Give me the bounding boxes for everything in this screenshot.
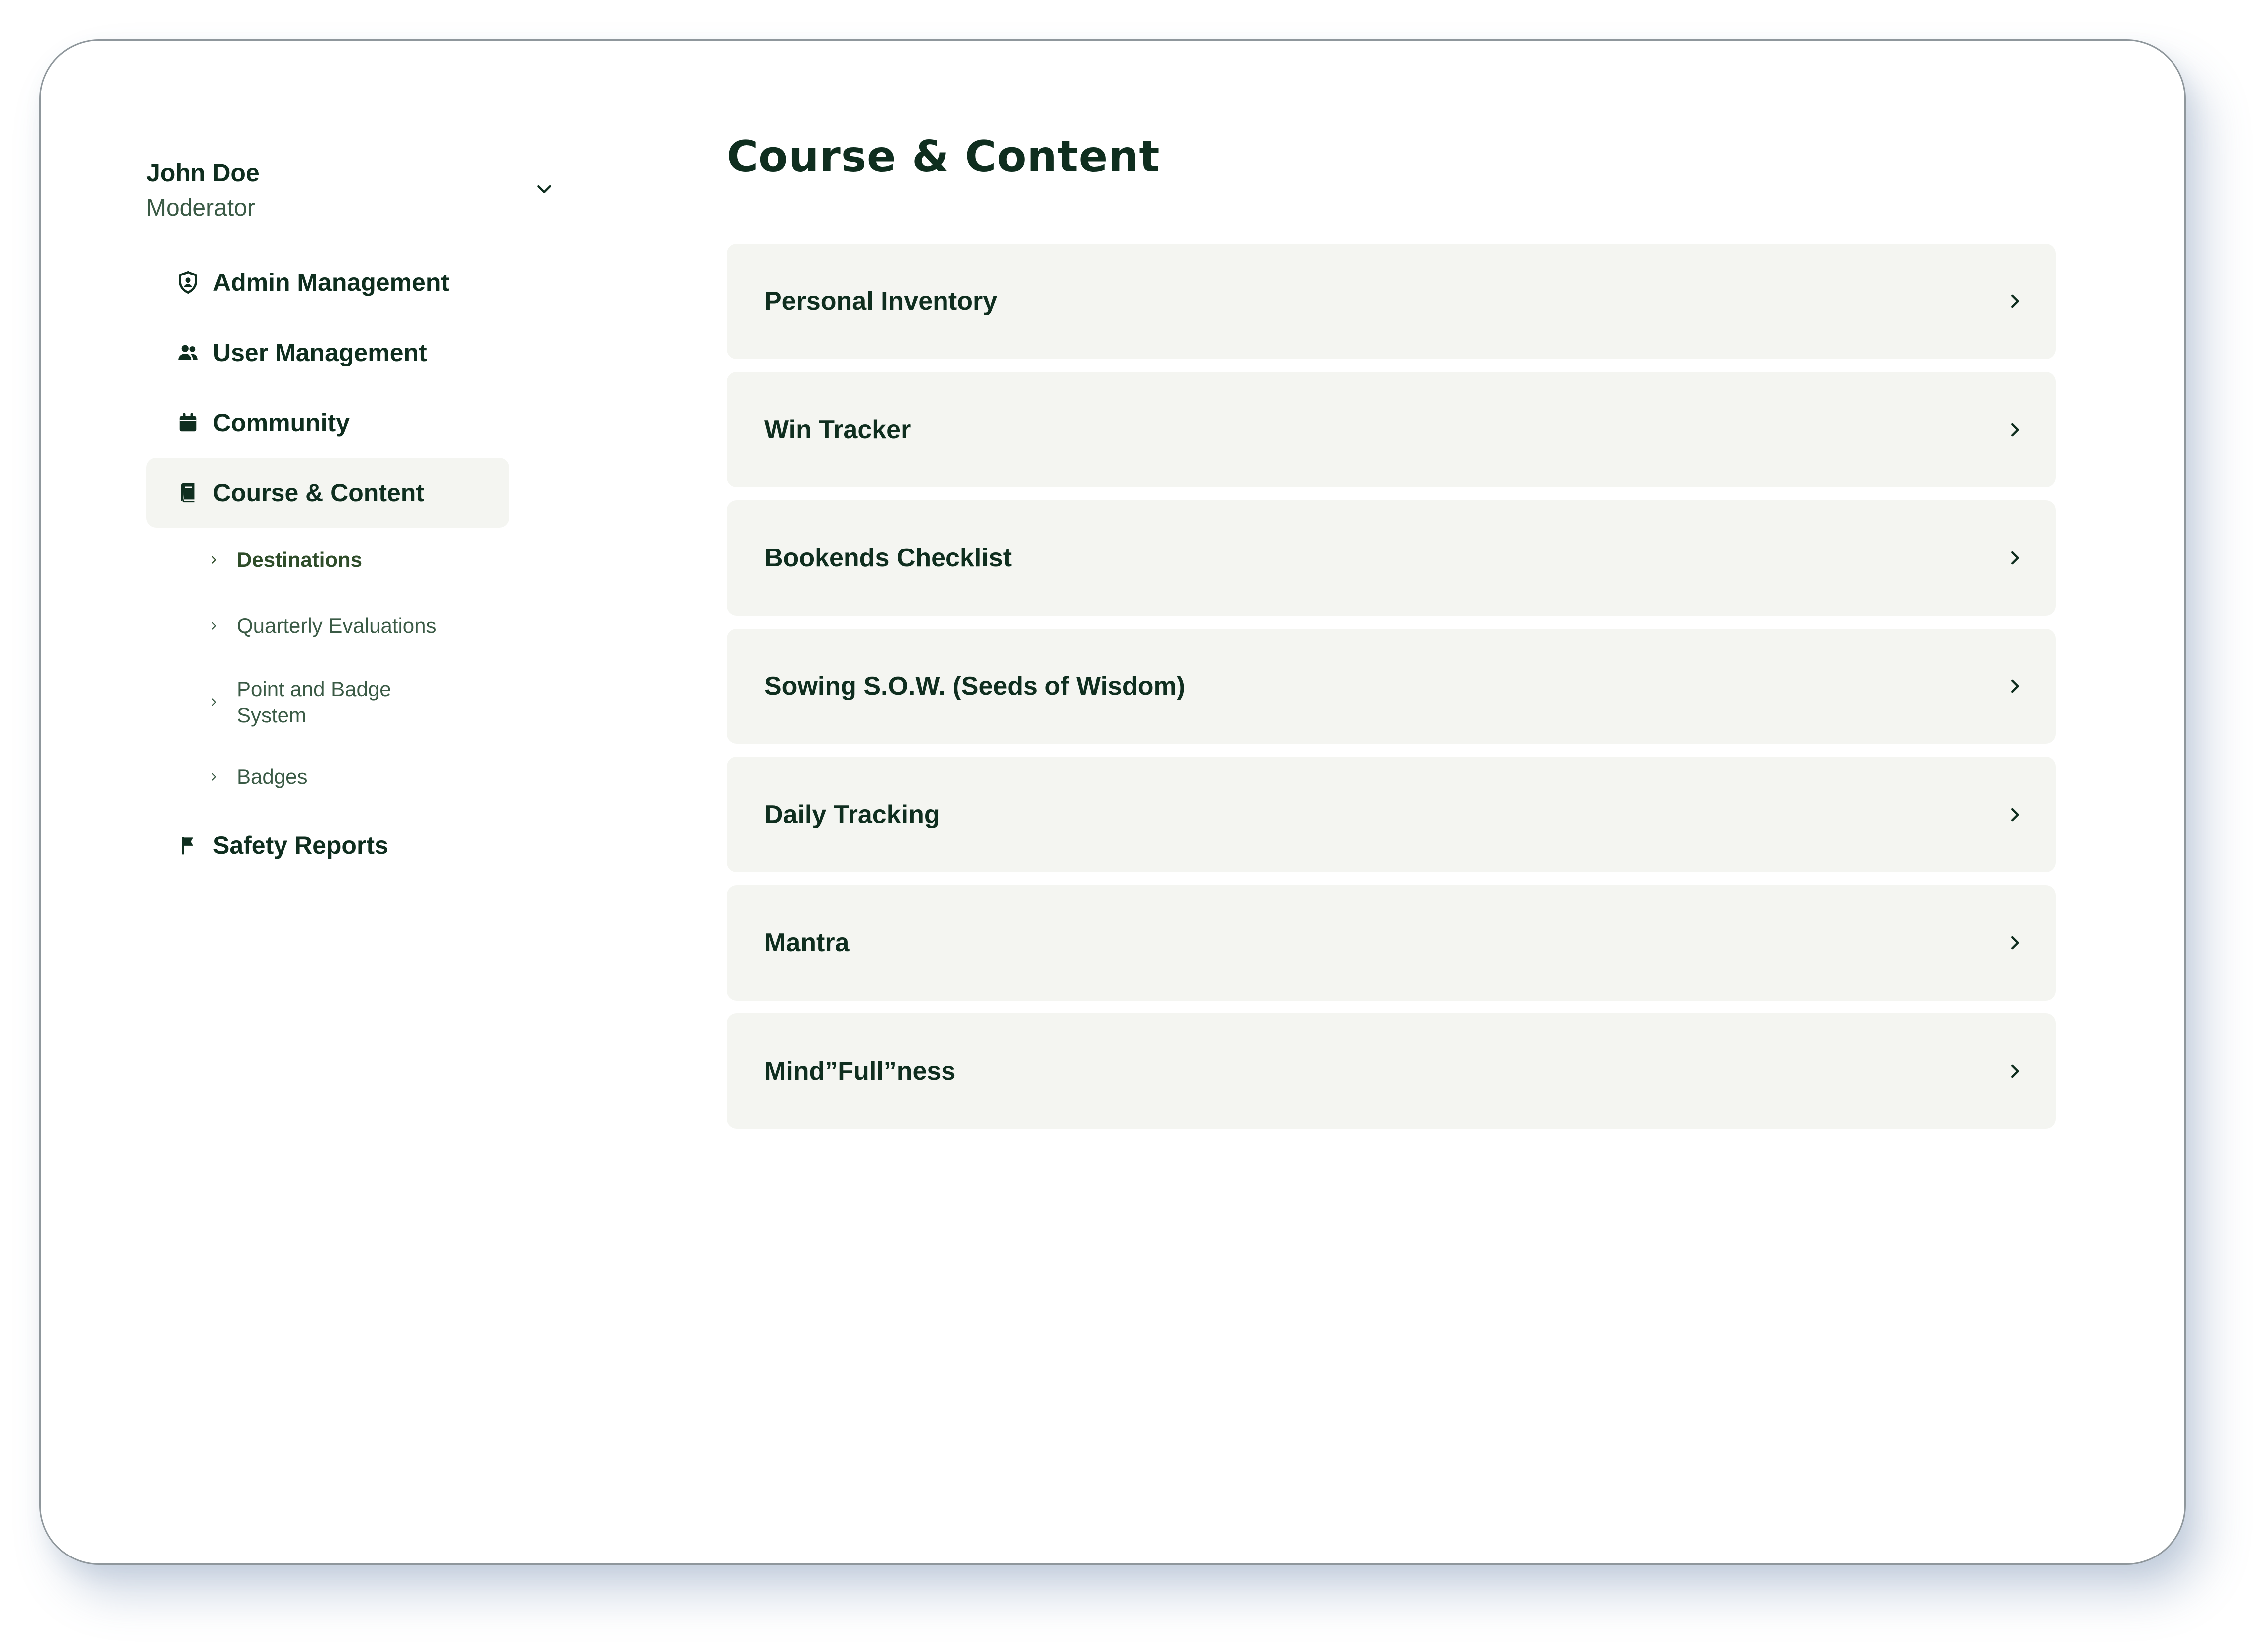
flag-icon [174,831,202,859]
subitem-quarterly-evaluations[interactable]: Quarterly Evaluations [205,613,483,639]
shield-user-icon [174,269,202,296]
book-icon [174,479,202,507]
sidebar-item-community[interactable]: Community [146,388,509,458]
app-window: John Doe Moderator Admin Management User… [39,39,2186,1565]
sidebar-item-label: Course & Content [213,479,424,507]
sidebar-item-safety-reports[interactable]: Safety Reports [146,811,509,880]
chevron-right-icon [2000,415,2030,445]
card-label: Daily Tracking [764,800,940,829]
chevron-right-icon [2000,671,2030,701]
subitem-point-and-badge-system[interactable]: Point and Badge System [205,676,483,728]
chevron-right-icon [205,768,223,786]
card-label: Win Tracker [764,415,911,444]
user-name: John Doe [146,159,260,186]
subitem-label: Badges [237,765,308,788]
content-card-bookends-checklist[interactable]: Bookends Checklist [727,500,2056,616]
sidebar-item-label: User Management [213,339,427,366]
content-card-win-tracker[interactable]: Win Tracker [727,372,2056,487]
chevron-right-icon [2000,928,2030,958]
sidebar-item-admin-management[interactable]: Admin Management [146,248,509,317]
chevron-right-icon [205,551,223,569]
subitem-label: Quarterly Evaluations [237,614,437,637]
chevron-right-icon [2000,800,2030,829]
content-card-daily-tracking[interactable]: Daily Tracking [727,757,2056,872]
sidebar-item-label: Community [213,409,350,437]
subitem-badges[interactable]: Badges [205,764,483,790]
sidebar-item-label: Safety Reports [213,831,388,859]
card-label: Bookends Checklist [764,544,1012,572]
card-label: Mantra [764,928,850,957]
chevron-right-icon [2000,286,2030,316]
calendar-icon [174,409,202,437]
sidebar-item-user-management[interactable]: User Management [146,318,509,387]
page-title: Course & Content [727,132,1160,182]
user-profile: John Doe Moderator [146,41,554,220]
card-label: Mind”Full”ness [764,1057,956,1086]
card-label: Sowing S.O.W. (Seeds of Wisdom) [764,672,1186,701]
subitem-label: Destinations [237,548,363,571]
content-card-mantra[interactable]: Mantra [727,885,2056,1001]
subitem-destinations[interactable]: Destinations [205,547,483,573]
user-role: Moderator [146,195,255,221]
chevron-right-icon [205,693,223,711]
card-label: Personal Inventory [764,287,998,316]
chevron-right-icon [2000,543,2030,573]
sidebar-item-course-content[interactable]: Course & Content [146,458,509,528]
content-card-sowing-sow[interactable]: Sowing S.O.W. (Seeds of Wisdom) [727,629,2056,744]
content-card-mindfullness[interactable]: Mind”Full”ness [727,1013,2056,1129]
chevron-down-icon [537,185,551,193]
user-menu-toggle[interactable] [529,174,559,204]
sidebar-item-label: Admin Management [213,269,450,296]
subitem-label: Point and Badge System [237,677,391,727]
users-icon [174,339,202,366]
chevron-right-icon [205,617,223,635]
content-card-personal-inventory[interactable]: Personal Inventory [727,244,2056,359]
chevron-right-icon [2000,1056,2030,1086]
